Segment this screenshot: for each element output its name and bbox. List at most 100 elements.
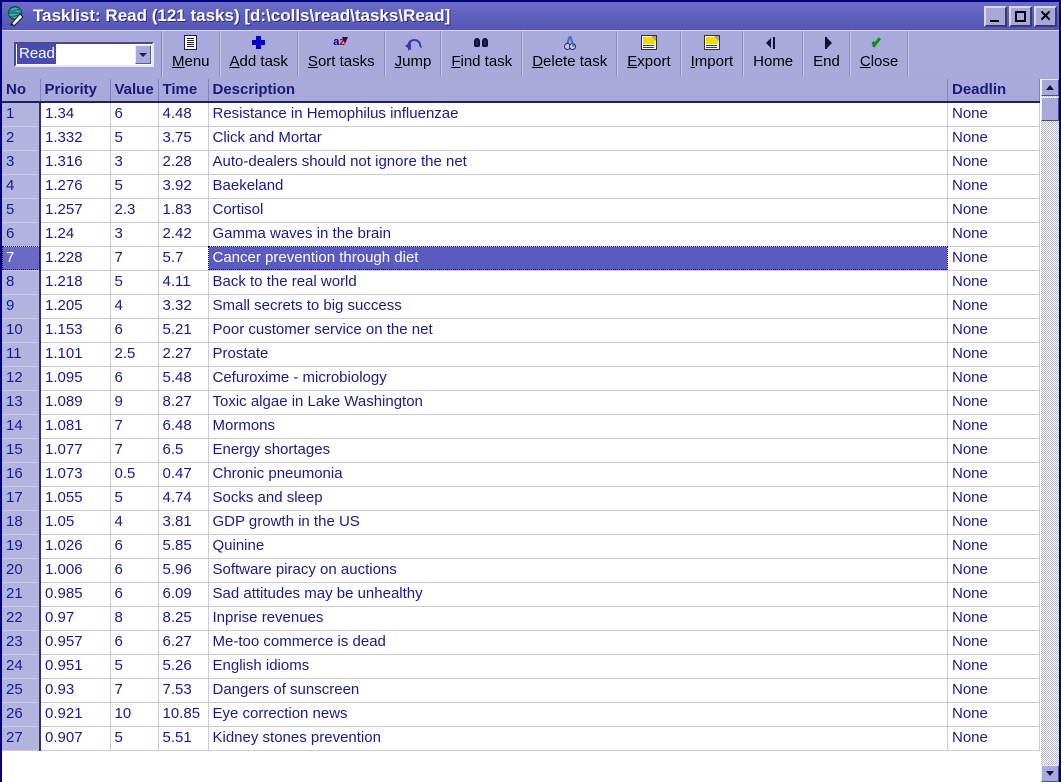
cell-time[interactable]: 3.75 xyxy=(158,126,208,150)
cell-desc[interactable]: English idioms xyxy=(208,654,948,678)
table-row[interactable]: 81.21854.11Back to the real worldNone xyxy=(2,270,1040,294)
cell-dl[interactable]: None xyxy=(948,726,1040,750)
table-row[interactable]: 51.2572.31.83CortisolNone xyxy=(2,198,1040,222)
cell-time[interactable]: 4.48 xyxy=(158,102,208,126)
cell-pri[interactable]: 1.332 xyxy=(40,126,110,150)
cell-val[interactable]: 5 xyxy=(110,270,158,294)
task-grid-viewport[interactable]: No Priority Value Time Description Deadl… xyxy=(2,79,1040,782)
table-row[interactable]: 161.0730.50.47Chronic pneumoniaNone xyxy=(2,462,1040,486)
table-row[interactable]: 71.22875.7Cancer prevention through diet… xyxy=(2,246,1040,270)
cell-val[interactable]: 7 xyxy=(110,246,158,270)
cell-desc[interactable]: Chronic pneumonia xyxy=(208,462,948,486)
sort-tasks-button[interactable]: az Sort tasks xyxy=(298,31,385,77)
table-row[interactable]: 260.9211010.85Eye correction newsNone xyxy=(2,702,1040,726)
cell-dl[interactable]: None xyxy=(948,294,1040,318)
cell-time[interactable]: 2.27 xyxy=(158,342,208,366)
table-row[interactable]: 250.9377.53Dangers of sunscreenNone xyxy=(2,678,1040,702)
table-row[interactable]: 191.02665.85QuinineNone xyxy=(2,534,1040,558)
cell-dl[interactable]: None xyxy=(948,414,1040,438)
table-row[interactable]: 131.08998.27Toxic algae in Lake Washingt… xyxy=(2,390,1040,414)
cell-time[interactable]: 5.21 xyxy=(158,318,208,342)
title-bar[interactable]: Tasklist: Read (121 tasks) [d:\colls\rea… xyxy=(2,2,1059,30)
cell-desc[interactable]: Cancer prevention through diet xyxy=(208,246,948,270)
add-task-button[interactable]: Add task xyxy=(220,31,298,77)
cell-val[interactable]: 7 xyxy=(110,414,158,438)
cell-desc[interactable]: Sad attitudes may be unhealthy xyxy=(208,582,948,606)
cell-desc[interactable]: Small secrets to big success xyxy=(208,294,948,318)
cell-time[interactable]: 5.85 xyxy=(158,534,208,558)
cell-dl[interactable]: None xyxy=(948,606,1040,630)
table-row[interactable]: 171.05554.74Socks and sleepNone xyxy=(2,486,1040,510)
scrollbar-track[interactable] xyxy=(1041,79,1059,782)
end-button[interactable]: End xyxy=(803,31,850,77)
minimize-button[interactable] xyxy=(984,6,1007,27)
cell-desc[interactable]: Cortisol xyxy=(208,198,948,222)
cell-no[interactable]: 12 xyxy=(2,366,40,390)
cell-val[interactable]: 7 xyxy=(110,678,158,702)
cell-val[interactable]: 0.5 xyxy=(110,462,158,486)
table-row[interactable]: 270.90755.51Kidney stones preventionNone xyxy=(2,726,1040,750)
cell-val[interactable]: 5 xyxy=(110,726,158,750)
cell-desc[interactable]: Auto-dealers should not ignore the net xyxy=(208,150,948,174)
cell-val[interactable]: 8 xyxy=(110,606,158,630)
cell-dl[interactable]: None xyxy=(948,630,1040,654)
cell-pri[interactable]: 0.93 xyxy=(40,678,110,702)
cell-dl[interactable]: None xyxy=(948,342,1040,366)
cell-pri[interactable]: 1.34 xyxy=(40,102,110,126)
cell-val[interactable]: 2.3 xyxy=(110,198,158,222)
scroll-up-button[interactable] xyxy=(1041,79,1059,96)
cell-no[interactable]: 10 xyxy=(2,318,40,342)
table-row[interactable]: 61.2432.42Gamma waves in the brainNone xyxy=(2,222,1040,246)
cell-desc[interactable]: Toxic algae in Lake Washington xyxy=(208,390,948,414)
cell-time[interactable]: 5.51 xyxy=(158,726,208,750)
cell-pri[interactable]: 1.316 xyxy=(40,150,110,174)
cell-val[interactable]: 3 xyxy=(110,222,158,246)
cell-time[interactable]: 3.81 xyxy=(158,510,208,534)
cell-dl[interactable]: None xyxy=(948,486,1040,510)
cell-dl[interactable]: None xyxy=(948,318,1040,342)
cell-desc[interactable]: Kidney stones prevention xyxy=(208,726,948,750)
table-row[interactable]: 230.95766.27Me-too commerce is deadNone xyxy=(2,630,1040,654)
cell-desc[interactable]: Energy shortages xyxy=(208,438,948,462)
cell-val[interactable]: 6 xyxy=(110,630,158,654)
table-row[interactable]: 111.1012.52.27ProstateNone xyxy=(2,342,1040,366)
home-button[interactable]: Home xyxy=(743,31,803,77)
cell-dl[interactable]: None xyxy=(948,462,1040,486)
cell-pri[interactable]: 0.985 xyxy=(40,582,110,606)
cell-time[interactable]: 1.83 xyxy=(158,198,208,222)
cell-time[interactable]: 2.28 xyxy=(158,150,208,174)
cell-time[interactable]: 4.74 xyxy=(158,486,208,510)
cell-time[interactable]: 5.7 xyxy=(158,246,208,270)
cell-pri[interactable]: 1.228 xyxy=(40,246,110,270)
menu-button[interactable]: Menu xyxy=(162,31,220,77)
cell-desc[interactable]: Software piracy on auctions xyxy=(208,558,948,582)
jump-button[interactable]: Jump xyxy=(385,31,442,77)
cell-dl[interactable]: None xyxy=(948,654,1040,678)
table-row[interactable]: 91.20543.32Small secrets to big successN… xyxy=(2,294,1040,318)
cell-pri[interactable]: 1.257 xyxy=(40,198,110,222)
cell-no[interactable]: 11 xyxy=(2,342,40,366)
cell-val[interactable]: 9 xyxy=(110,390,158,414)
cell-no[interactable]: 9 xyxy=(2,294,40,318)
cell-no[interactable]: 15 xyxy=(2,438,40,462)
cell-val[interactable]: 6 xyxy=(110,366,158,390)
cell-pri[interactable]: 1.218 xyxy=(40,270,110,294)
cell-pri[interactable]: 1.101 xyxy=(40,342,110,366)
table-row[interactable]: 181.0543.81GDP growth in the USNone xyxy=(2,510,1040,534)
cell-no[interactable]: 8 xyxy=(2,270,40,294)
cell-time[interactable]: 8.27 xyxy=(158,390,208,414)
table-row[interactable]: 21.33253.75Click and MortarNone xyxy=(2,126,1040,150)
cell-dl[interactable]: None xyxy=(948,438,1040,462)
column-header-time[interactable]: Time xyxy=(158,79,208,102)
cell-pri[interactable]: 0.921 xyxy=(40,702,110,726)
table-row[interactable]: 121.09565.48Cefuroxime - microbiologyNon… xyxy=(2,366,1040,390)
cell-no[interactable]: 1 xyxy=(2,102,40,126)
cell-pri[interactable]: 1.077 xyxy=(40,438,110,462)
cell-no[interactable]: 19 xyxy=(2,534,40,558)
cell-desc[interactable]: Inprise revenues xyxy=(208,606,948,630)
maximize-button[interactable] xyxy=(1009,6,1032,27)
cell-dl[interactable]: None xyxy=(948,510,1040,534)
table-row[interactable]: 210.98566.09Sad attitudes may be unhealt… xyxy=(2,582,1040,606)
table-row[interactable]: 31.31632.28Auto-dealers should not ignor… xyxy=(2,150,1040,174)
cell-val[interactable]: 6 xyxy=(110,318,158,342)
